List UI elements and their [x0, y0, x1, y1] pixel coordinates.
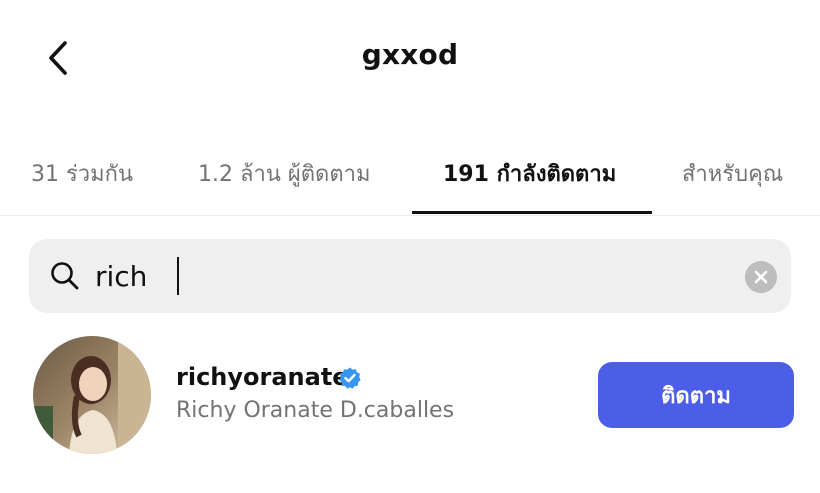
text-cursor: [177, 257, 179, 295]
page-title: gxxod: [361, 38, 459, 71]
tab-for-you[interactable]: สำหรับคุณ: [682, 156, 783, 216]
tab-followers[interactable]: 1.2 ล้าน ผู้ติดตาม: [198, 156, 370, 216]
clear-icon: [754, 270, 768, 284]
profile-photo: [33, 336, 151, 454]
tab-following[interactable]: 191 กำลังติดตาม: [443, 156, 616, 216]
full-name: Richy Oranate D.caballes: [176, 398, 455, 423]
search-icon: [51, 262, 79, 290]
verified-badge-icon: [339, 367, 361, 389]
tab-mutual[interactable]: 31 ร่วมกัน: [31, 156, 133, 216]
username: richyoranate: [176, 363, 349, 391]
list-item[interactable]: richyoranate Richy Oranate D.caballes ติ…: [0, 330, 820, 460]
search-input[interactable]: [95, 253, 655, 299]
avatar[interactable]: [33, 336, 151, 454]
follow-button[interactable]: ติดตาม: [598, 362, 794, 428]
active-tab-indicator: [412, 211, 652, 214]
divider: [0, 215, 820, 216]
clear-search-button[interactable]: [745, 261, 777, 293]
tab-bar: 31 ร่วมกัน 1.2 ล้าน ผู้ติดตาม 191 กำลังต…: [0, 140, 820, 216]
following-list-screen: gxxod 31 ร่วมกัน 1.2 ล้าน ผู้ติดตาม 191 …: [0, 0, 820, 493]
search-bar[interactable]: [29, 239, 791, 313]
